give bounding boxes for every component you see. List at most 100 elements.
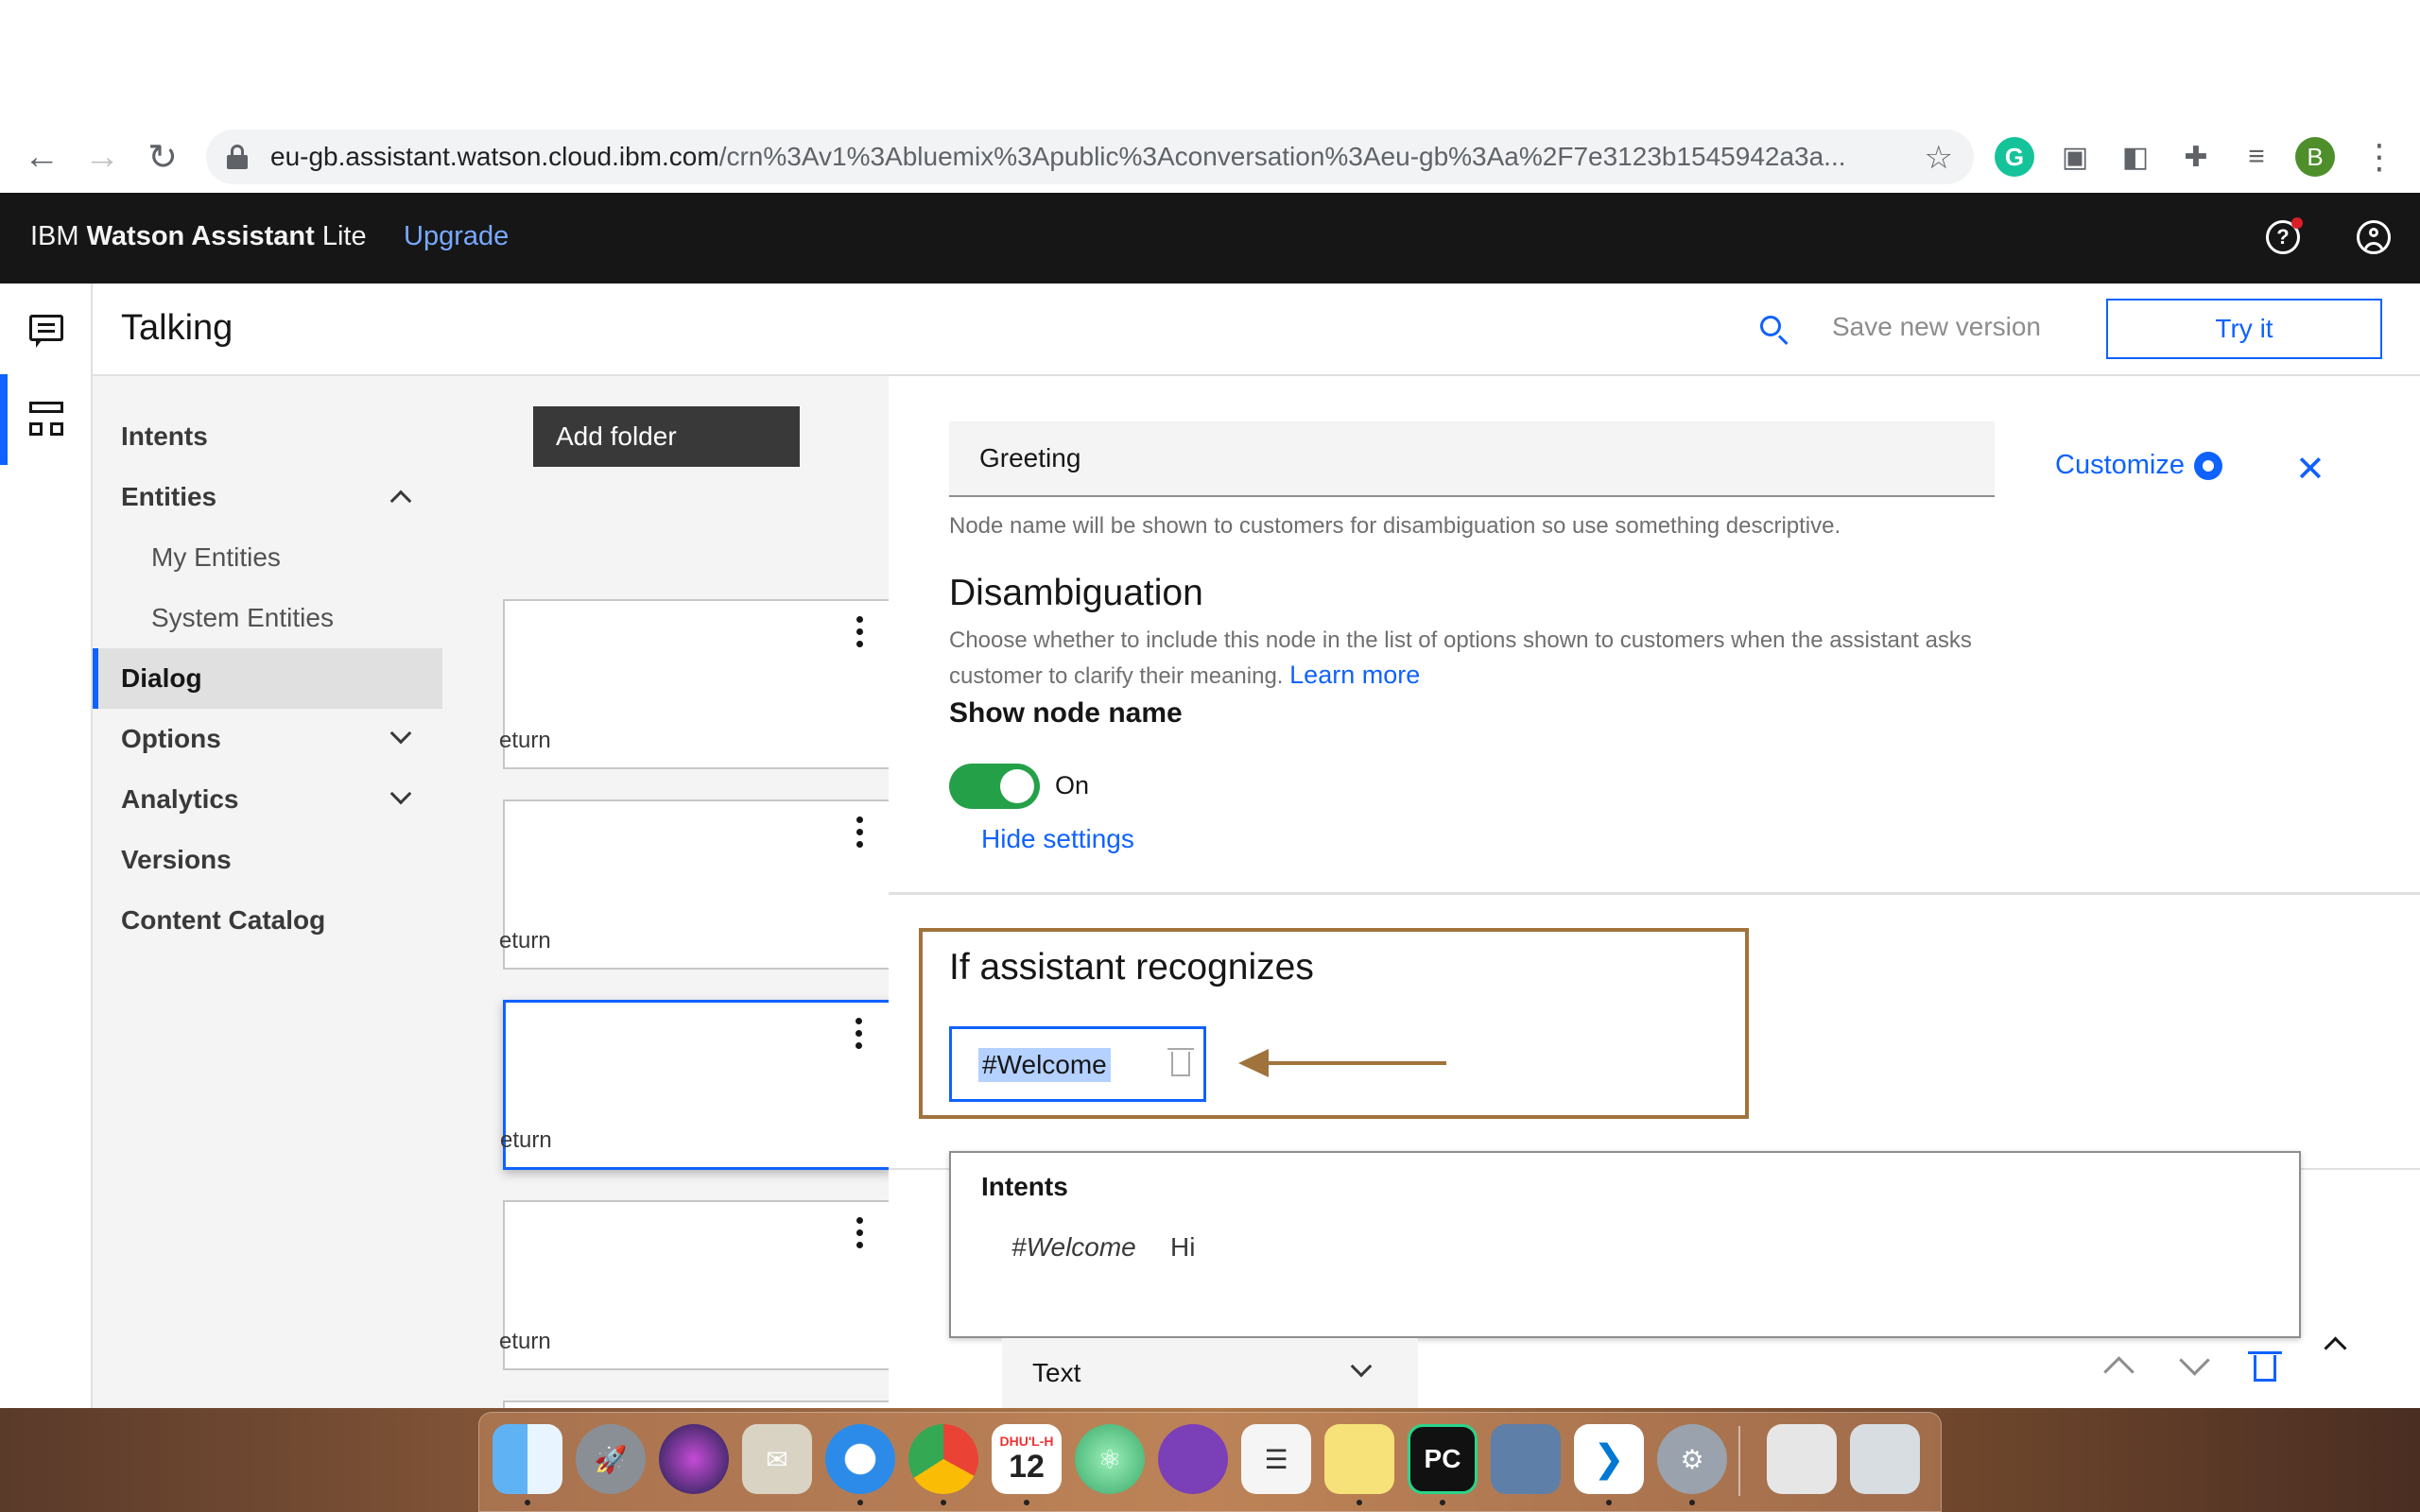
try-it-button[interactable]: Try it [2106,299,2382,359]
trash-icon[interactable] [1850,1424,1920,1494]
nav-content-catalog[interactable]: Content Catalog [93,890,442,951]
dialog-node-card[interactable]: eturn [499,1200,889,1370]
back-arrow-icon[interactable]: ← [17,132,66,181]
add-folder-button[interactable]: Add folder [533,406,800,467]
learn-more-link[interactable]: Learn more [1289,661,1420,689]
github-desktop-icon[interactable] [1158,1424,1228,1494]
lock-icon [227,145,248,169]
nav-intents[interactable]: Intents [93,406,442,467]
disambiguation-heading: Disambiguation [949,573,1203,613]
node-footer-text: eturn [499,1329,551,1354]
skill-nav: Intents Entities My Entities System Enti… [93,376,442,1408]
upgrade-link[interactable]: Upgrade [404,221,509,252]
calendar-icon[interactable]: DHU'L-H 12 [992,1424,1062,1494]
customize-button[interactable]: Customize [2055,450,2222,481]
extension-icon-2[interactable]: ◧ [2116,137,2155,177]
condition-text[interactable]: #Welcome [978,1048,1111,1082]
chevron-down-icon [389,722,412,745]
downloads-stack-icon[interactable] [1767,1424,1837,1494]
move-up-icon[interactable] [2095,1342,2140,1387]
profile-avatar[interactable]: B [2295,137,2335,177]
help-icon[interactable]: ? [2259,214,2307,261]
nav-options[interactable]: Options [93,709,442,769]
toggle-state-label: On [1055,771,1090,799]
hide-settings-link[interactable]: Hide settings [981,824,1134,854]
chrome-icon[interactable] [908,1424,978,1494]
nav-analytics[interactable]: Analytics [93,769,442,830]
url-text[interactable]: eu-gb.assistant.watson.cloud.ibm.com/crn… [270,142,1915,172]
save-new-version-button[interactable]: Save new version [1832,312,2041,342]
section-divider [889,892,2420,895]
overflow-menu-icon[interactable] [856,1217,864,1251]
app-brand[interactable]: IBM Watson Assistant Lite [30,221,367,252]
dialog-tree: Add folder eturn eturn eturn eturn [442,376,889,1408]
puzzle-extensions-icon[interactable]: ✚ [2176,137,2216,177]
close-icon[interactable]: ✕ [2295,448,2325,490]
grammarly-extension-icon[interactable]: G [1995,137,2034,177]
notes-icon[interactable] [1324,1424,1394,1494]
node-footer-text: eturn [499,928,551,954]
app-header: IBM Watson Assistant Lite Upgrade ? [0,193,2420,284]
skills-tree-icon[interactable] [23,395,70,442]
dialog-node-card[interactable] [503,1400,889,1408]
system-preferences-icon[interactable]: ⚙ [1657,1424,1727,1494]
delete-condition-icon[interactable] [1167,1048,1194,1076]
annotation-arrow-line [1248,1061,1446,1065]
left-rail [0,284,93,1408]
node-editor-panel: Greeting Node name will be shown to cust… [889,376,2420,1408]
suggestion-header: Intents [981,1172,1068,1201]
atom-icon[interactable]: ⚛ [1075,1424,1145,1494]
dialog-node-card-selected[interactable]: eturn [500,1000,889,1170]
chevron-down-icon [389,782,412,805]
disambiguation-description: Choose whether to include this node in t… [949,627,1972,689]
show-node-name-toggle[interactable] [949,764,1040,809]
nav-versions[interactable]: Versions [93,830,442,890]
node-footer-text: eturn [499,728,551,753]
nav-my-entities[interactable]: My Entities [93,527,442,588]
bookmark-star-icon[interactable]: ☆ [1925,139,1953,177]
media-controls-icon[interactable]: ≡ [2237,137,2276,177]
preview-icon[interactable] [1491,1424,1561,1494]
search-icon[interactable] [1756,312,1794,350]
vscode-icon[interactable]: ❯ [1574,1424,1644,1494]
pycharm-icon[interactable]: PC [1408,1424,1478,1494]
gear-icon [2194,451,2222,480]
collapse-icon[interactable] [2312,1325,2358,1370]
overflow-menu-icon[interactable] [856,816,864,850]
move-down-icon[interactable] [2170,1342,2216,1387]
nav-entities[interactable]: Entities [93,467,442,527]
safari-icon[interactable] [825,1424,895,1494]
mail-icon[interactable]: ✉ [742,1424,812,1494]
suggestion-example[interactable]: Hi [1170,1232,1195,1263]
reload-icon[interactable]: ↻ [138,132,187,181]
macos-dock: 🚀 ✉ DHU'L-H 12 ⚛ ☰ PC ❯ ⚙ [478,1412,1942,1512]
forward-arrow-icon[interactable]: → [78,132,127,181]
dialog-node-card[interactable]: eturn [499,599,889,769]
launchpad-icon[interactable]: 🚀 [576,1424,646,1494]
suggestion-intent[interactable]: #Welcome [1011,1232,1136,1263]
skill-title: Talking [121,308,233,348]
nav-dialog[interactable]: Dialog [93,648,442,709]
condition-input[interactable]: #Welcome [949,1026,1206,1102]
nav-system-entities[interactable]: System Entities [93,588,442,648]
intent-suggestion-dropdown: Intents #Welcome Hi [949,1151,2301,1338]
node-name-input[interactable]: Greeting [949,421,1995,497]
delete-response-icon[interactable] [2242,1342,2288,1387]
browser-menu-icon[interactable]: ⋮ [2360,137,2399,177]
notification-dot [2291,217,2303,229]
assistants-chat-icon[interactable] [23,304,70,352]
response-type-select[interactable]: Text [1002,1338,1418,1408]
address-bar[interactable]: eu-gb.assistant.watson.cloud.ibm.com/crn… [206,129,1974,184]
recognizes-heading: If assistant recognizes [949,947,1314,988]
dialog-node-card[interactable]: eturn [499,799,889,970]
rail-active-indicator [0,374,8,465]
reminders-icon[interactable]: ☰ [1241,1424,1311,1494]
browser-toolbar: ← → ↻ eu-gb.assistant.watson.cloud.ibm.c… [0,0,2420,193]
siri-icon[interactable] [659,1424,729,1494]
extension-icon[interactable]: ▣ [2055,137,2095,177]
overflow-menu-icon[interactable] [856,1018,863,1052]
user-profile-icon[interactable] [2350,214,2397,261]
chevron-down-icon [1350,1355,1373,1378]
overflow-menu-icon[interactable] [856,616,864,650]
finder-icon[interactable] [493,1424,562,1494]
